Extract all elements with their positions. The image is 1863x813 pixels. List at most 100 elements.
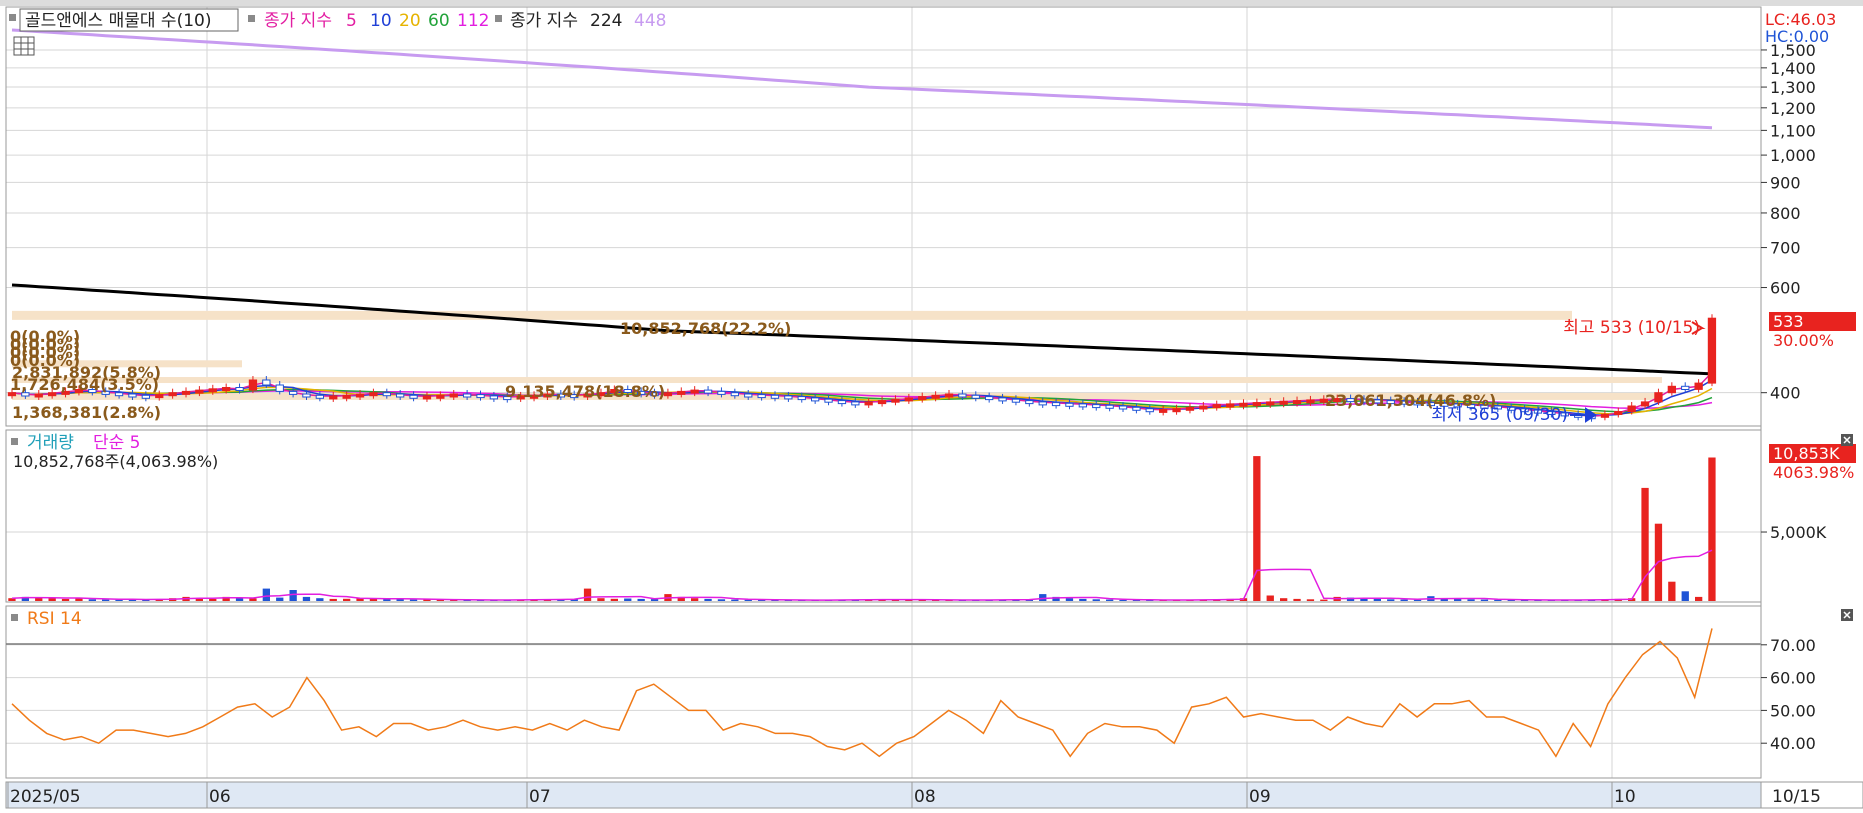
volume-bar <box>1413 599 1422 601</box>
price-tick-label: 1,200 <box>1770 99 1816 118</box>
candle-body <box>864 401 873 406</box>
rsi-tick-label: 50.00 <box>1770 701 1816 720</box>
volume-bar <box>262 588 270 601</box>
candle-body <box>396 393 405 398</box>
volume-bar <box>583 588 592 601</box>
candle-body <box>663 392 673 397</box>
candle-body <box>690 389 699 394</box>
x-axis-label: 09 <box>1249 787 1271 807</box>
candle-body <box>1239 402 1248 407</box>
candle-body <box>1707 317 1717 384</box>
candle-body <box>944 393 954 398</box>
candle-body <box>1279 400 1288 405</box>
candle-body <box>1292 400 1302 405</box>
rsi-tick-label: 40.00 <box>1770 734 1816 753</box>
volume-ticks: 5,000K <box>1761 523 1827 542</box>
volume-bar <box>1293 598 1301 601</box>
candle-body <box>677 390 686 395</box>
volume-bar <box>1480 599 1489 601</box>
candle-body <box>275 384 284 392</box>
candle-body <box>248 379 258 391</box>
candle-body <box>1132 406 1141 411</box>
candle-body <box>1092 404 1101 409</box>
candle-body <box>1640 401 1650 407</box>
volume-bar <box>1400 599 1408 601</box>
rsi-legend-label: RSI 14 <box>27 609 82 629</box>
x-axis-label: 10 <box>1614 787 1636 807</box>
candle-body <box>1627 405 1636 412</box>
volume-bar <box>1079 598 1087 601</box>
volume-bar <box>1280 598 1288 601</box>
candle-body <box>971 394 980 399</box>
volume-bar <box>624 598 632 601</box>
candle-body <box>409 394 418 399</box>
candle-body <box>1185 406 1195 411</box>
volume-bar <box>102 599 110 601</box>
candle-body <box>34 393 43 398</box>
profile-label: 1,726,484(3.5%) <box>10 375 159 394</box>
ma2-legend-224: 224 <box>590 11 622 31</box>
profile-bar <box>12 310 1572 320</box>
chart-title: 골드앤에스 매물대 수(10) <box>25 11 211 31</box>
candle-body <box>235 387 244 391</box>
volume-bar <box>1253 456 1261 601</box>
candle-body <box>784 395 793 400</box>
ma-legend-20: 20 <box>399 11 421 31</box>
legend-square-icon <box>495 15 502 22</box>
volume-bar <box>1641 487 1649 601</box>
candle-body <box>355 393 365 398</box>
candle-body <box>824 398 833 403</box>
candle-body <box>877 400 887 405</box>
candle-body <box>141 394 150 399</box>
candle-body <box>1172 408 1181 413</box>
price-tick-label: 700 <box>1770 239 1801 258</box>
volume-bar <box>1668 581 1676 601</box>
close-volume-icon[interactable] <box>1841 434 1853 446</box>
rsi-tick-label: 60.00 <box>1770 669 1816 688</box>
candle-body <box>918 396 927 401</box>
candle-body <box>931 394 940 399</box>
price-tick-label: 1,300 <box>1770 78 1816 97</box>
volume-bar <box>704 598 712 601</box>
legend-square-icon <box>11 438 18 445</box>
candle-body <box>315 394 325 399</box>
volume-bar <box>1106 599 1114 601</box>
profile-label: 10,852,768(22.2%) <box>620 319 791 338</box>
top-strip <box>0 0 1863 6</box>
candle-body <box>1252 402 1261 407</box>
close-rsi-icon[interactable] <box>1841 609 1853 621</box>
stock-chart: 10,852,768(22.2%)0(0.0%)0(0.0%)0(0.0%)0(… <box>0 0 1863 813</box>
x-axis-current-date: 10/15 <box>1772 787 1821 807</box>
candle-body <box>262 379 271 386</box>
candle-body <box>449 393 458 398</box>
candle-body <box>222 387 231 391</box>
candle-body <box>717 390 726 395</box>
x-axis-label: 06 <box>209 787 231 807</box>
volume-bar <box>329 598 337 601</box>
legend-square-icon <box>11 614 18 621</box>
candle-body <box>851 401 860 406</box>
ma-legend-label: 종가 지수 <box>264 11 332 31</box>
candle-body <box>382 392 392 397</box>
x-axis-label: 2025/05 <box>10 787 81 807</box>
volume-tick-label: 5,000K <box>1770 523 1827 542</box>
candle-body <box>168 392 177 397</box>
candle-body <box>422 395 432 400</box>
table-icon[interactable] <box>13 36 35 56</box>
candle-body <box>155 394 164 399</box>
profile-label: 1,368,381(2.8%) <box>12 403 161 422</box>
volume-bar <box>1092 599 1100 601</box>
rsi-tick-label: 70.00 <box>1770 636 1816 655</box>
volume-bar <box>1306 599 1315 601</box>
candle-body <box>837 400 847 405</box>
volume-bar <box>731 599 739 601</box>
candle-body <box>436 394 445 399</box>
candle-body <box>195 389 204 394</box>
x-axis-label: 08 <box>914 787 936 807</box>
profile-label: 9,135,478(18.8%) <box>505 382 665 401</box>
ma2-legend-label: 종가 지수 <box>510 11 578 31</box>
candle-body <box>1038 401 1047 406</box>
volume-ma-legend: 단순 5 <box>93 433 141 453</box>
ma2-legend-448: 448 <box>634 11 666 31</box>
candle-body <box>703 389 713 394</box>
